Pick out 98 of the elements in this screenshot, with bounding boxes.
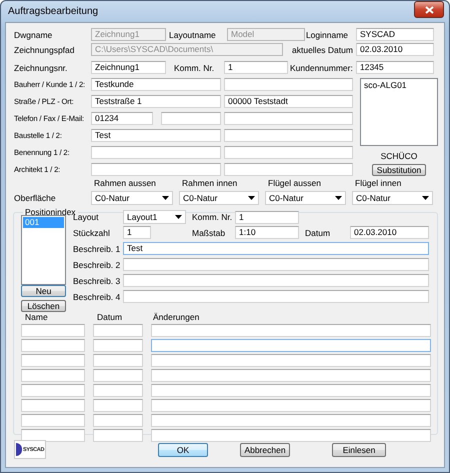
- text-field[interactable]: 02.03.2010: [356, 43, 434, 56]
- text-field[interactable]: 12345: [356, 61, 434, 74]
- window-title: Auftragsbearbeitung: [8, 6, 98, 17]
- dialog-button[interactable]: OK: [158, 442, 208, 456]
- field-label: Dwgname: [14, 30, 54, 40]
- table-cell[interactable]: [21, 414, 85, 427]
- column-label: Flügel innen: [354, 178, 402, 188]
- field-label: Zeichnungspfad: [14, 44, 76, 54]
- field-label: Komm. Nr.: [173, 62, 216, 72]
- text-field[interactable]: 1:10: [235, 226, 299, 239]
- field-label: Beschreib. 3: [73, 276, 122, 286]
- text-field[interactable]: [91, 146, 221, 159]
- field-label: Beschreib. 1: [73, 244, 122, 254]
- table-cell[interactable]: [151, 384, 431, 397]
- text-field[interactable]: Testkunde: [91, 78, 221, 91]
- text-field[interactable]: [123, 258, 429, 271]
- table-cell[interactable]: [151, 339, 431, 352]
- text-field[interactable]: Test: [91, 129, 221, 142]
- dialog-button[interactable]: Abbrechen: [240, 442, 290, 456]
- text-field[interactable]: [224, 112, 353, 125]
- table-cell[interactable]: [93, 414, 143, 427]
- table-cell[interactable]: [151, 369, 431, 382]
- table-cell[interactable]: [93, 339, 143, 352]
- caret-icon: [335, 196, 342, 200]
- caret-icon: [422, 196, 429, 200]
- text-field[interactable]: [224, 129, 353, 142]
- text-field[interactable]: Zeichnung1: [91, 61, 166, 74]
- dialog-button[interactable]: Einlesen: [332, 442, 386, 456]
- table-cell[interactable]: [21, 399, 85, 412]
- table-cell[interactable]: [21, 429, 85, 442]
- list-item[interactable]: sco-ALG01: [362, 80, 436, 91]
- text-field[interactable]: [224, 146, 353, 159]
- table-cell[interactable]: [93, 324, 143, 337]
- field-label: Beschreib. 2: [73, 260, 122, 270]
- column-label: Rahmen aussen: [93, 178, 157, 188]
- column-label: Rahmen innen: [181, 178, 238, 188]
- text-field[interactable]: 02.03.2010: [350, 226, 429, 239]
- table-cell[interactable]: [151, 414, 431, 427]
- field-label: Beschreib. 4: [73, 292, 122, 302]
- text-field[interactable]: [224, 163, 353, 176]
- table-cell[interactable]: [151, 429, 431, 442]
- table-cell[interactable]: [151, 354, 431, 367]
- table-cell[interactable]: [21, 369, 85, 382]
- new-button[interactable]: Neu: [21, 285, 66, 297]
- field-label: Komm. Nr.: [191, 212, 234, 222]
- field-label: Stückzahl: [73, 228, 111, 238]
- column-header: Änderungen: [152, 312, 200, 322]
- dropdown[interactable]: C0-Natur: [91, 191, 173, 205]
- dropdown[interactable]: C0-Natur: [265, 191, 346, 205]
- table-cell[interactable]: [21, 384, 85, 397]
- text-field[interactable]: 1: [235, 210, 299, 224]
- table-cell[interactable]: [93, 354, 143, 367]
- text-field[interactable]: 1: [224, 61, 288, 74]
- column-header: Datum: [96, 312, 124, 322]
- caret-icon: [248, 196, 255, 200]
- table-cell[interactable]: [21, 339, 85, 352]
- text-field[interactable]: 1: [123, 226, 151, 239]
- text-field[interactable]: Test: [123, 242, 429, 255]
- table-cell[interactable]: [93, 399, 143, 412]
- field-label: Kundennummer:: [289, 62, 354, 72]
- field-label: Layout: [73, 212, 100, 222]
- field-label: Layoutname: [168, 30, 217, 40]
- text-field[interactable]: 00000 Teststadt: [224, 95, 353, 108]
- substitution-button[interactable]: Substitution: [372, 164, 426, 176]
- table-cell[interactable]: [151, 399, 431, 412]
- dropdown[interactable]: C0-Natur: [179, 191, 259, 205]
- table-cell[interactable]: [93, 429, 143, 442]
- column-label: Flügel aussen: [267, 178, 322, 188]
- table-cell[interactable]: [21, 324, 85, 337]
- field-label: Oberfläche: [14, 192, 57, 205]
- text-field[interactable]: SYSCAD: [356, 28, 434, 41]
- close-icon: [424, 6, 434, 14]
- caret-icon: [162, 196, 169, 200]
- dropdown[interactable]: Layout1: [123, 210, 186, 224]
- table-cell[interactable]: [21, 354, 85, 367]
- field-label: aktuelles Datum: [291, 44, 354, 54]
- text-field[interactable]: [161, 112, 221, 125]
- field-label: Zeichnungsnr.: [14, 62, 68, 72]
- brand-label: SCHÜCO: [380, 151, 418, 161]
- caret-icon: [175, 215, 182, 219]
- text-field[interactable]: Teststraße 1: [91, 95, 221, 108]
- text-field[interactable]: 01234: [91, 112, 153, 125]
- text-field[interactable]: [91, 163, 221, 176]
- field-label: Maßstab: [191, 228, 226, 238]
- field-label: Datum: [304, 228, 332, 238]
- delete-button[interactable]: Löschen: [21, 300, 66, 312]
- group-title: Positionindex: [24, 207, 76, 217]
- table-cell[interactable]: [93, 384, 143, 397]
- close-button[interactable]: [414, 1, 444, 18]
- dropdown[interactable]: C0-Natur: [352, 191, 433, 205]
- text-field[interactable]: [123, 274, 429, 287]
- text-field[interactable]: [123, 290, 429, 303]
- field-label: Loginname: [305, 30, 349, 40]
- list-box[interactable]: sco-ALG01: [360, 78, 438, 146]
- column-header: Name: [24, 312, 49, 322]
- table-cell[interactable]: [151, 324, 431, 337]
- text-field[interactable]: [224, 78, 353, 91]
- table-cell[interactable]: [93, 369, 143, 382]
